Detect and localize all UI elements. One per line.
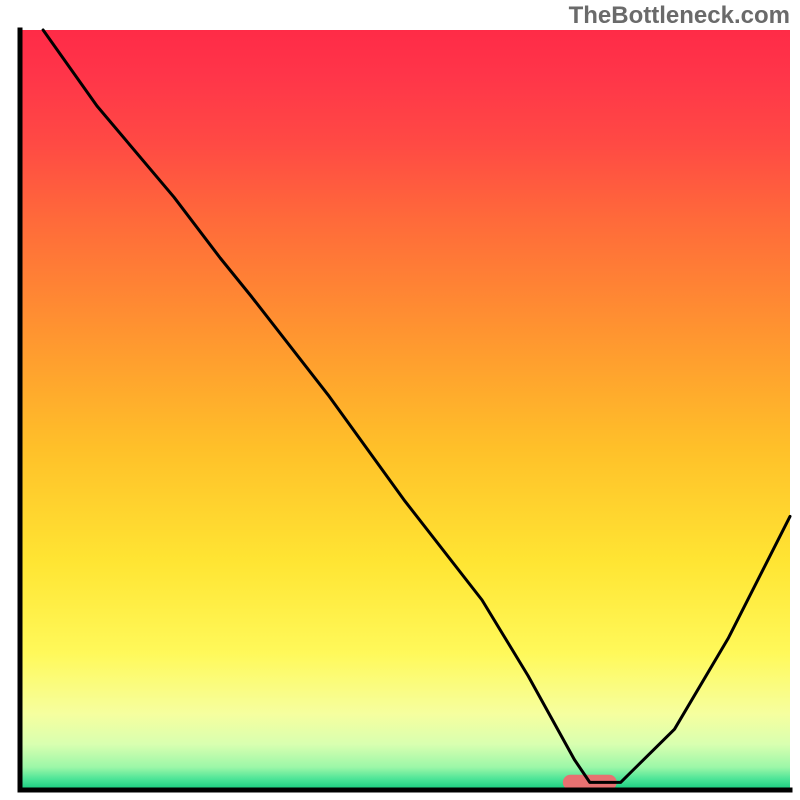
- gradient-background: [20, 30, 790, 790]
- plot-area: [20, 30, 790, 790]
- bottleneck-chart: [0, 0, 800, 800]
- chart-container: TheBottleneck.com: [0, 0, 800, 800]
